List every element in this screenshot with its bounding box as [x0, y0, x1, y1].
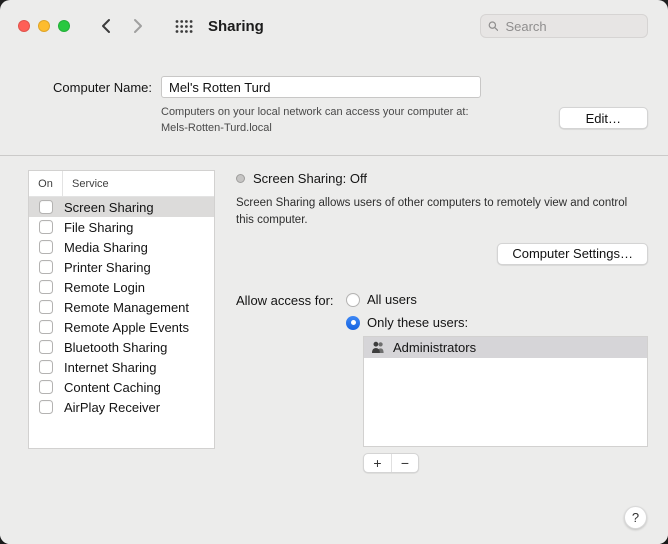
computer-name-section: Computer Name: Computers on your local n… — [0, 52, 668, 155]
search-field[interactable] — [480, 14, 648, 38]
service-row-airplay-receiver[interactable]: AirPlay Receiver — [29, 397, 214, 417]
forward-button[interactable] — [128, 15, 148, 37]
back-button[interactable] — [96, 15, 116, 37]
radio-only-these-users-label: Only these users: — [367, 315, 468, 330]
chevron-right-icon — [132, 18, 144, 34]
traffic-lights — [18, 20, 70, 32]
search-input[interactable] — [503, 18, 640, 35]
service-checkbox[interactable] — [39, 200, 53, 214]
service-checkbox[interactable] — [39, 220, 53, 234]
service-row-remote-apple-events[interactable]: Remote Apple Events — [29, 317, 214, 337]
service-label: Remote Management — [64, 300, 189, 315]
help-line-2: Mels-Rotten-Turd.local — [161, 121, 559, 137]
service-row-media-sharing[interactable]: Media Sharing — [29, 237, 214, 257]
service-row-screen-sharing[interactable]: Screen Sharing — [29, 197, 214, 217]
users-group-icon — [371, 341, 386, 354]
radio-button-unselected[interactable] — [346, 293, 360, 307]
chevron-left-icon — [100, 18, 112, 34]
local-hostname-help: Computers on your local network can acce… — [161, 105, 559, 137]
service-label: Screen Sharing — [64, 200, 154, 215]
service-checkbox[interactable] — [39, 400, 53, 414]
zoom-button[interactable] — [58, 20, 70, 32]
service-checkbox[interactable] — [39, 320, 53, 334]
computer-name-input[interactable] — [161, 76, 481, 98]
toolbar-nav — [96, 15, 148, 37]
service-detail-pane: Screen Sharing: Off Screen Sharing allow… — [236, 156, 648, 473]
service-status-title: Screen Sharing: Off — [253, 171, 367, 186]
service-label: AirPlay Receiver — [64, 400, 160, 415]
main-content: On Service Screen Sharing File Sharing M… — [0, 155, 668, 544]
grid-icon — [174, 19, 194, 34]
column-header-service: Service — [63, 171, 109, 196]
computer-settings-button[interactable]: Computer Settings… — [497, 243, 648, 265]
user-list-item-administrators[interactable]: Administrators — [364, 337, 647, 358]
service-label: Internet Sharing — [64, 360, 157, 375]
column-header-on: On — [29, 171, 63, 196]
edit-button[interactable]: Edit… — [559, 107, 648, 129]
radio-all-users[interactable]: All users — [346, 292, 468, 308]
service-label: Remote Apple Events — [64, 320, 189, 335]
remove-user-button[interactable]: − — [391, 454, 418, 472]
service-row-remote-login[interactable]: Remote Login — [29, 277, 214, 297]
radio-only-these-users[interactable]: Only these users: — [346, 315, 468, 331]
search-icon — [488, 20, 498, 32]
computer-name-label: Computer Name: — [20, 80, 152, 95]
service-label: Bluetooth Sharing — [64, 340, 167, 355]
service-row-bluetooth-sharing[interactable]: Bluetooth Sharing — [29, 337, 214, 357]
help-button[interactable]: ? — [624, 506, 647, 529]
service-label: Printer Sharing — [64, 260, 151, 275]
close-button[interactable] — [18, 20, 30, 32]
add-user-button[interactable]: + — [364, 454, 391, 472]
service-label: Content Caching — [64, 380, 161, 395]
show-all-button[interactable] — [174, 19, 194, 34]
minimize-button[interactable] — [38, 20, 50, 32]
window-title: Sharing — [208, 18, 264, 35]
radio-all-users-label: All users — [367, 292, 417, 307]
service-checkbox[interactable] — [39, 300, 53, 314]
services-list: On Service Screen Sharing File Sharing M… — [28, 170, 215, 449]
service-checkbox[interactable] — [39, 260, 53, 274]
service-label: File Sharing — [64, 220, 133, 235]
service-checkbox[interactable] — [39, 360, 53, 374]
radio-button-selected[interactable] — [346, 316, 360, 330]
titlebar: Sharing — [0, 0, 668, 52]
service-row-internet-sharing[interactable]: Internet Sharing — [29, 357, 214, 377]
service-row-remote-management[interactable]: Remote Management — [29, 297, 214, 317]
service-checkbox[interactable] — [39, 280, 53, 294]
service-label: Remote Login — [64, 280, 145, 295]
service-checkbox[interactable] — [39, 240, 53, 254]
allowed-users-list: Administrators — [363, 336, 648, 447]
service-row-content-caching[interactable]: Content Caching — [29, 377, 214, 397]
service-row-file-sharing[interactable]: File Sharing — [29, 217, 214, 237]
help-line-1: Computers on your local network can acce… — [161, 105, 559, 121]
sharing-preferences-window: Sharing Computer Name: Computers on your… — [0, 0, 668, 544]
user-list-controls: + − — [363, 453, 648, 473]
service-row-printer-sharing[interactable]: Printer Sharing — [29, 257, 214, 277]
user-name: Administrators — [393, 340, 476, 355]
services-list-header: On Service — [29, 171, 214, 197]
status-indicator-dot — [236, 174, 245, 183]
service-checkbox[interactable] — [39, 380, 53, 394]
service-description: Screen Sharing allows users of other com… — [236, 195, 648, 230]
service-label: Media Sharing — [64, 240, 148, 255]
allow-access-label: Allow access for: — [236, 292, 346, 331]
service-checkbox[interactable] — [39, 340, 53, 354]
